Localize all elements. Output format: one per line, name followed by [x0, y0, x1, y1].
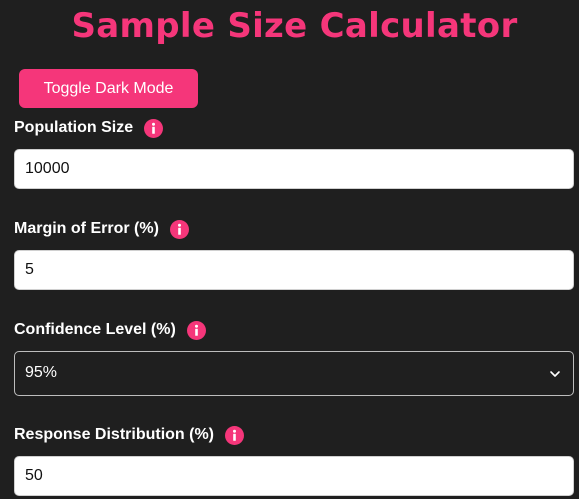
- margin-of-error-input[interactable]: [14, 250, 574, 290]
- info-icon[interactable]: [186, 320, 206, 340]
- margin-of-error-label: Margin of Error (%): [14, 218, 189, 240]
- chevron-down-icon: [549, 367, 561, 385]
- response-distribution-label: Response Distribution (%): [14, 424, 245, 446]
- response-distribution-input[interactable]: [14, 456, 574, 496]
- confidence-level-label-text: Confidence Level (%): [14, 321, 176, 338]
- population-size-label-text: Population Size: [14, 119, 134, 136]
- population-size-label: Population Size: [14, 117, 164, 139]
- confidence-level-select[interactable]: 95%: [14, 351, 574, 396]
- toggle-dark-mode-button[interactable]: Toggle Dark Mode: [19, 69, 198, 108]
- population-size-input[interactable]: [14, 149, 574, 189]
- info-icon[interactable]: [144, 118, 164, 138]
- response-distribution-label-text: Response Distribution (%): [14, 426, 215, 443]
- margin-of-error-label-text: Margin of Error (%): [14, 220, 159, 237]
- confidence-level-label: Confidence Level (%): [14, 319, 206, 341]
- calculator-page: Sample Size Calculator Toggle Dark Mode …: [0, 0, 579, 499]
- info-icon[interactable]: [225, 425, 245, 445]
- confidence-level-selected-value: 95%: [25, 364, 58, 381]
- info-icon[interactable]: [169, 219, 189, 239]
- page-title: Sample Size Calculator: [71, 6, 518, 46]
